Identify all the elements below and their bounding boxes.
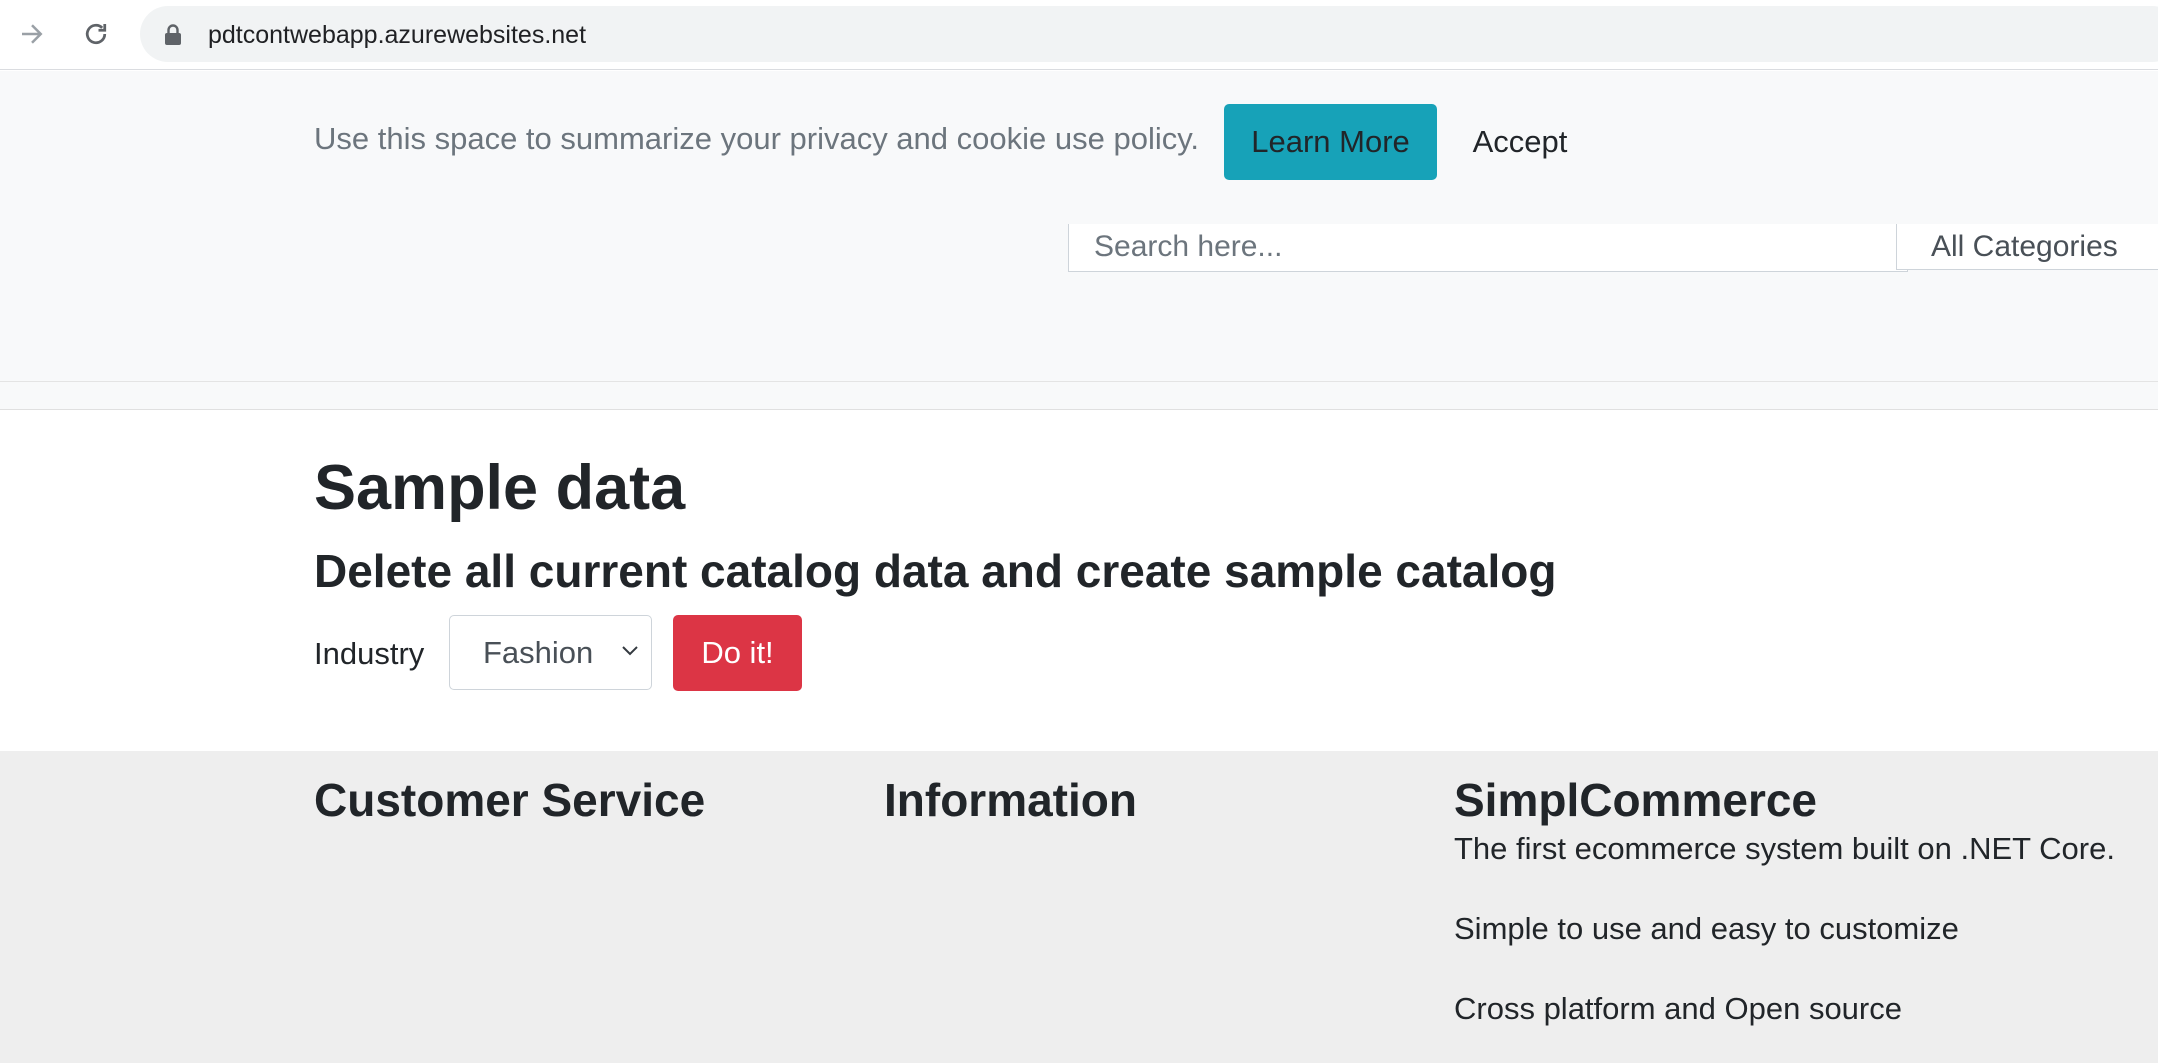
page-root: pdtcontwebapp.azurewebsites.net Simpl Co… xyxy=(0,0,2158,1063)
browser-toolbar: pdtcontwebapp.azurewebsites.net xyxy=(0,0,2158,70)
industry-selected-value: Fashion xyxy=(483,635,594,670)
forward-button[interactable] xyxy=(10,12,54,56)
cookie-banner: Use this space to summarize your privacy… xyxy=(0,71,2158,223)
url-text: pdtcontwebapp.azurewebsites.net xyxy=(208,21,587,49)
industry-select[interactable]: Fashion xyxy=(449,615,652,690)
industry-label: Industry xyxy=(314,636,425,671)
header-divider xyxy=(0,381,2158,382)
category-select[interactable]: All Categories xyxy=(1896,224,2158,270)
chevron-down-icon xyxy=(622,646,638,656)
cookie-policy-text: Use this space to summarize your privacy… xyxy=(314,121,1200,156)
reload-button[interactable] xyxy=(74,12,118,56)
footer-text-line: Simple to use and easy to customize xyxy=(1454,911,1959,946)
footer-text-line: The first ecommerce system built on .NET… xyxy=(1454,831,2115,866)
address-bar[interactable]: pdtcontwebapp.azurewebsites.net xyxy=(140,6,2158,62)
page-title: Sample data xyxy=(314,453,686,523)
reload-icon xyxy=(85,23,107,45)
footer-heading-simplcommerce: SimplCommerce xyxy=(1454,774,1818,826)
forward-arrow-icon xyxy=(22,24,43,44)
footer-text-line: Cross platform and Open source xyxy=(1454,991,1902,1026)
page-subtitle: Delete all current catalog data and crea… xyxy=(314,545,1557,597)
learn-more-button[interactable]: Learn More xyxy=(1224,104,1437,180)
accept-button[interactable]: Accept xyxy=(1452,104,1588,180)
lock-icon xyxy=(165,24,181,45)
search-input[interactable]: Search here... xyxy=(1068,224,1908,272)
footer-heading-customer-service: Customer Service xyxy=(314,774,706,826)
do-it-button[interactable]: Do it! xyxy=(673,615,802,691)
footer-heading-information: Information xyxy=(884,774,1137,826)
site-footer: Customer Service Information SimplCommer… xyxy=(0,751,2158,1063)
